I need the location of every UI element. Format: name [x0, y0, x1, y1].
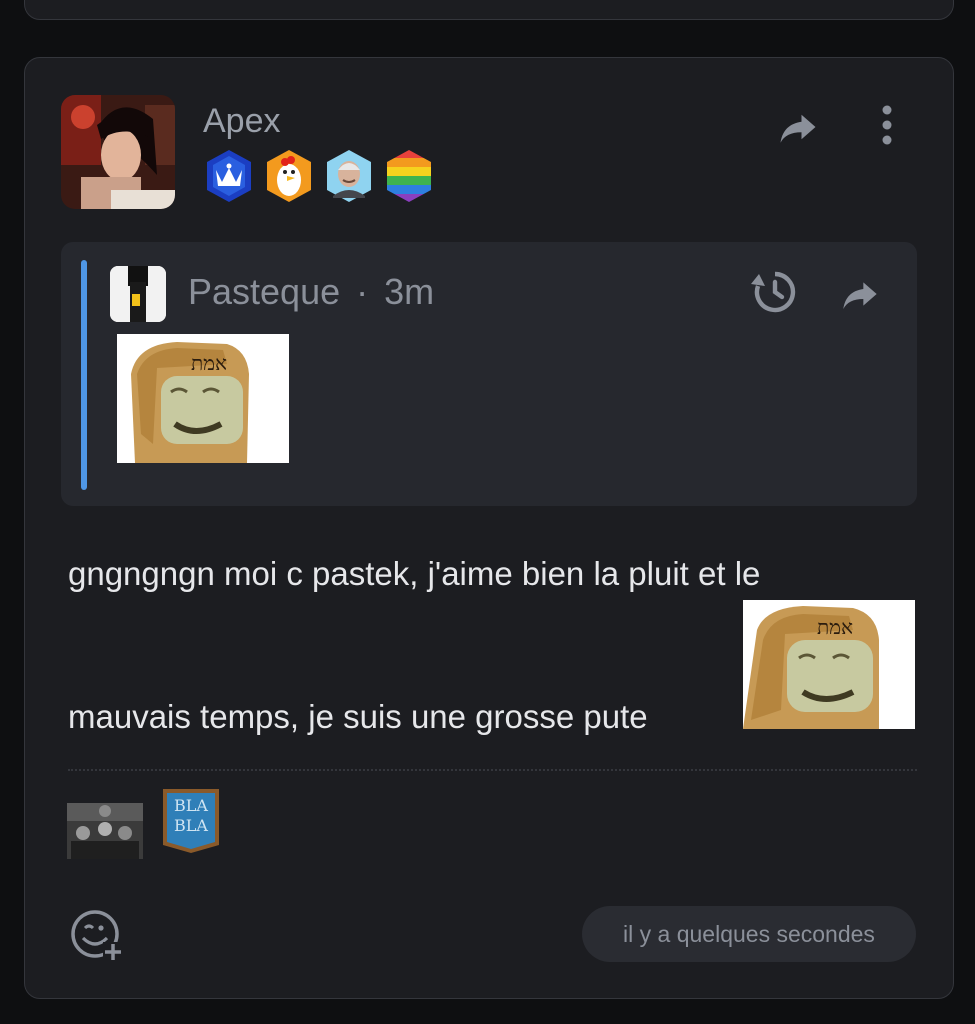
author-name[interactable]: Apex	[203, 102, 281, 141]
quote-separator: ·	[356, 271, 369, 312]
more-options-icon[interactable]	[875, 104, 899, 146]
inline-sticker-image[interactable]: אמת	[743, 600, 915, 729]
quote-age: 3m	[384, 271, 435, 312]
reactions-divider	[68, 769, 917, 771]
quote-meta: Pasteque · 3m	[188, 271, 434, 313]
share-icon[interactable]	[775, 106, 821, 148]
quote-author-name[interactable]: Pasteque	[188, 271, 340, 312]
quote-share-icon[interactable]	[837, 274, 883, 314]
quote-accent-bar	[81, 260, 87, 490]
crown-badge-icon[interactable]	[203, 148, 255, 204]
bla-text-bottom: BLA	[174, 816, 208, 835]
bla-text-top: BLA	[174, 796, 208, 815]
author-avatar[interactable]	[61, 95, 175, 209]
chicken-badge-icon[interactable]	[263, 148, 315, 204]
quoted-sticker-hebrew: אמת	[191, 351, 227, 375]
quoted-sticker-image[interactable]: אמת	[117, 334, 289, 463]
message-line-2: mauvais temps, je suis une grosse pute	[68, 698, 648, 735]
quoted-message[interactable]: Pasteque · 3m אמת	[61, 242, 917, 506]
rainbow-badge-icon[interactable]	[383, 148, 435, 204]
inline-sticker-hebrew: אמת	[817, 615, 853, 639]
smiling-man-badge-icon[interactable]	[323, 148, 375, 204]
post-timestamp: il y a quelques secondes	[582, 906, 916, 962]
add-reaction-icon[interactable]	[69, 908, 125, 960]
post-card: Apex Pasteque · 3m אמת gngngngn moi c pa…	[24, 57, 954, 999]
bla-bla-sticker[interactable]: BLA BLA	[161, 787, 221, 855]
quote-author-avatar[interactable]	[110, 266, 166, 322]
previous-post-card	[24, 0, 954, 20]
message-line-1: gngngngn moi c pastek, j'aime bien la pl…	[68, 555, 761, 592]
group-photo-sticker[interactable]	[67, 803, 143, 859]
history-icon[interactable]	[749, 268, 797, 316]
